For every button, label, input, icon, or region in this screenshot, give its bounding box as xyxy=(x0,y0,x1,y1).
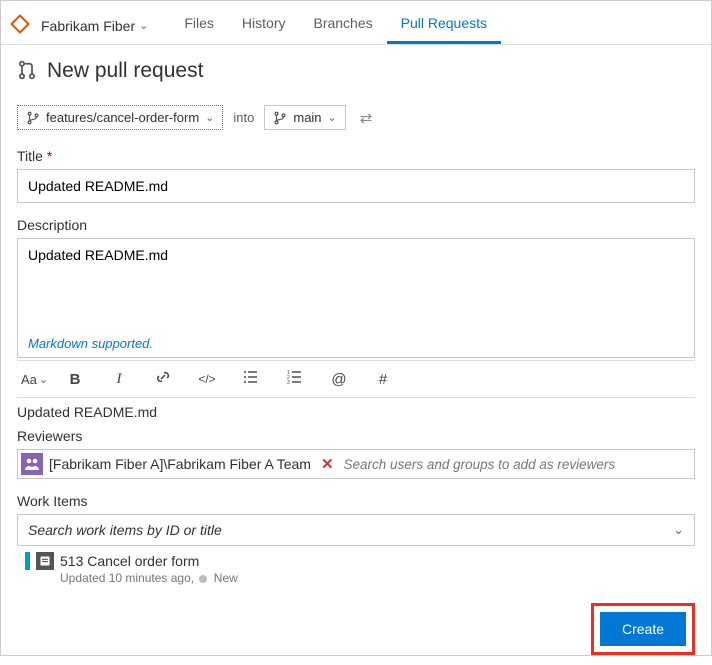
reviewers-input[interactable]: [Fabrikam Fiber A]\Fabrikam Fiber A Team… xyxy=(17,449,695,479)
reviewers-label: Reviewers xyxy=(17,428,695,444)
bold-button[interactable]: B xyxy=(65,371,85,388)
mention-button[interactable]: @ xyxy=(329,371,349,388)
work-item-title: Cancel order form xyxy=(87,553,199,569)
italic-button[interactable]: I xyxy=(109,371,129,388)
code-button[interactable]: </> xyxy=(197,372,217,386)
create-button[interactable]: Create xyxy=(600,612,686,646)
source-branch-picker[interactable]: features/cancel-order-form ⌄ xyxy=(17,105,223,130)
title-input[interactable] xyxy=(17,169,695,203)
font-size-button[interactable]: Aa⌄ xyxy=(21,372,41,387)
pull-request-icon xyxy=(17,60,37,83)
work-item-color-bar xyxy=(25,552,30,570)
page-title: New pull request xyxy=(47,59,203,83)
tab-branches[interactable]: Branches xyxy=(299,7,386,44)
work-items-search[interactable]: Search work items by ID or title ⌄ xyxy=(17,514,695,546)
description-input[interactable]: Updated README.md xyxy=(18,239,694,327)
reviewer-chip: [Fabrikam Fiber A]\Fabrikam Fiber A Team xyxy=(49,456,311,472)
work-items-label: Work Items xyxy=(17,493,695,509)
repo-picker[interactable]: Fabrikam Fiber ⌄ xyxy=(37,12,152,40)
chevron-down-icon: ⌄ xyxy=(328,111,337,124)
work-items-placeholder: Search work items by ID or title xyxy=(28,522,222,538)
svg-text:3: 3 xyxy=(287,380,290,385)
editor-toolbar: Aa⌄ B I </> 123 @ # xyxy=(17,360,695,398)
bullet-list-button[interactable] xyxy=(241,369,261,389)
work-item-row[interactable]: 513 Cancel order form Updated 10 minutes… xyxy=(17,552,695,587)
into-label: into xyxy=(233,110,254,125)
description-label: Description xyxy=(17,217,695,233)
group-avatar-icon xyxy=(21,453,43,475)
tab-pull-requests[interactable]: Pull Requests xyxy=(387,7,501,44)
chevron-down-icon: ⌄ xyxy=(673,522,684,538)
repo-icon xyxy=(13,17,31,34)
title-label: Title xyxy=(17,148,43,164)
repo-name-label: Fabrikam Fiber xyxy=(41,18,135,34)
markdown-supported-link[interactable]: Markdown supported. xyxy=(18,330,694,357)
work-item-id: 513 xyxy=(60,553,83,569)
target-branch-name: main xyxy=(293,110,321,125)
tab-history[interactable]: History xyxy=(228,7,300,44)
description-preview: Updated README.md xyxy=(17,404,695,420)
reviewers-placeholder: Search users and groups to add as review… xyxy=(344,457,688,472)
work-item-state: New xyxy=(214,571,238,585)
link-button[interactable] xyxy=(153,369,173,389)
chevron-down-icon: ⌄ xyxy=(205,111,214,124)
required-asterisk: * xyxy=(47,148,52,164)
branch-icon xyxy=(26,111,40,125)
hashtag-button[interactable]: # xyxy=(373,371,393,388)
remove-reviewer-button[interactable]: ✕ xyxy=(317,455,338,473)
source-branch-name: features/cancel-order-form xyxy=(46,110,199,125)
tab-files[interactable]: Files xyxy=(170,7,228,44)
work-item-type-icon xyxy=(36,552,54,570)
chevron-down-icon: ⌄ xyxy=(139,19,148,32)
target-branch-picker[interactable]: main ⌄ xyxy=(264,105,345,130)
state-dot-icon xyxy=(199,575,207,583)
create-button-highlight: Create xyxy=(591,603,695,655)
top-tabs: Files History Branches Pull Requests xyxy=(170,7,501,44)
numbered-list-button[interactable]: 123 xyxy=(285,369,305,389)
swap-branches-icon[interactable]: ⇄ xyxy=(360,109,373,127)
work-item-updated: Updated 10 minutes ago, xyxy=(60,571,194,585)
branch-icon xyxy=(273,111,287,125)
